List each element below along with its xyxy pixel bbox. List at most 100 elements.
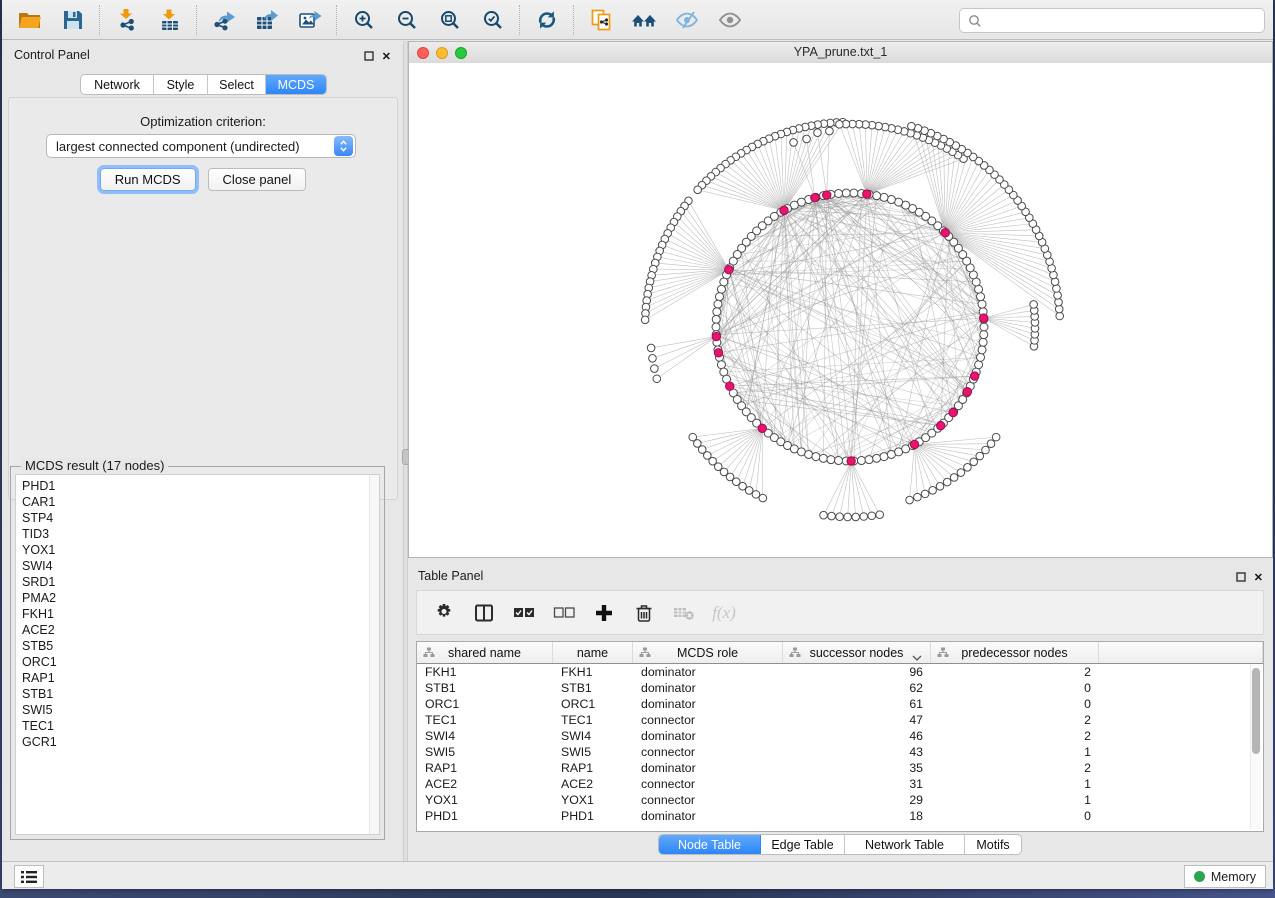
tab-mcds[interactable]: MCDS — [266, 75, 326, 94]
table-row[interactable]: RAP1RAP1dominator352 — [417, 760, 1263, 776]
close-panel-icon[interactable]: ✕ — [382, 52, 391, 62]
table-header-row: shared name name MCDS rolesuccessor nodesp… — [417, 642, 1263, 664]
search-input[interactable] — [988, 13, 1256, 29]
deselect-all-button[interactable] — [551, 600, 577, 626]
mcds-result-item[interactable]: GCR1 — [16, 734, 379, 750]
network-graph[interactable] — [409, 63, 1272, 557]
column-header-mcds-role[interactable]: MCDS role — [633, 642, 783, 663]
search-box[interactable] — [959, 8, 1265, 33]
tab-network-table[interactable]: Network Table — [845, 835, 965, 854]
memory-button[interactable]: Memory — [1184, 865, 1266, 888]
cell-successor-nodes: 35 — [783, 761, 931, 775]
mcds-list-scrollbar[interactable] — [369, 475, 379, 834]
delete-table-button — [671, 600, 697, 626]
zoom-selected-button[interactable] — [471, 3, 514, 37]
mcds-result-item[interactable]: SRD1 — [16, 574, 379, 590]
mcds-result-item[interactable]: ACE2 — [16, 622, 379, 638]
app-window: Control Panel ✕ NetworkStyleSelectMCDS O… — [2, 0, 1273, 889]
network-canvas[interactable] — [409, 63, 1272, 557]
column-header-name[interactable]: name — [553, 642, 633, 663]
table-row[interactable]: ACE2ACE2connector311 — [417, 776, 1263, 792]
select-all-button[interactable] — [511, 600, 537, 626]
control-panel-tabs: NetworkStyleSelectMCDS — [80, 74, 327, 95]
column-label: name — [577, 646, 608, 660]
memory-label: Memory — [1211, 870, 1256, 884]
tab-network[interactable]: Network — [81, 75, 154, 94]
mcds-result-groupbox: MCDS result (17 nodes) PHD1CAR1STP4TID3Y… — [10, 466, 385, 840]
tab-style[interactable]: Style — [154, 75, 208, 94]
import-network-button[interactable] — [105, 3, 148, 37]
run-mcds-button[interactable]: Run MCDS — [100, 168, 196, 191]
delete-column-button[interactable] — [631, 600, 657, 626]
table-body: FKH1FKH1dominator962STB1STB1dominator620… — [417, 664, 1263, 824]
mcds-result-item[interactable]: PMA2 — [16, 590, 379, 606]
show-all-button[interactable] — [708, 3, 751, 37]
first-neighbors-icon — [631, 9, 657, 31]
mcds-result-item[interactable]: TEC1 — [16, 718, 379, 734]
table-row[interactable]: TEC1TEC1connector472 — [417, 712, 1263, 728]
mcds-result-item[interactable]: SWI4 — [16, 558, 379, 574]
table-scrollbar[interactable] — [1250, 664, 1261, 829]
zoom-fit-button[interactable] — [428, 3, 471, 37]
mcds-result-item[interactable]: TID3 — [16, 526, 379, 542]
float-panel-icon[interactable] — [364, 48, 374, 66]
float-table-panel-icon[interactable] — [1236, 569, 1246, 587]
import-table-button[interactable] — [148, 3, 191, 37]
table-row[interactable]: SWI4SWI4dominator462 — [417, 728, 1263, 744]
cell-shared-name: YOX1 — [417, 793, 553, 807]
export-table-button[interactable] — [245, 3, 288, 37]
cell-shared-name: ACE2 — [417, 777, 553, 791]
open-file-button[interactable] — [8, 3, 51, 37]
close-table-panel-icon[interactable]: ✕ — [1254, 573, 1263, 583]
cell-name: FKH1 — [553, 665, 633, 679]
add-column-button[interactable] — [591, 600, 617, 626]
first-neighbors-button[interactable] — [622, 3, 665, 37]
main-toolbar — [2, 0, 1273, 40]
mcds-result-item[interactable]: STB1 — [16, 686, 379, 702]
table-row[interactable]: SWI5SWI5connector431 — [417, 744, 1263, 760]
table-row[interactable]: FKH1FKH1dominator962 — [417, 664, 1263, 680]
export-network-button[interactable] — [202, 3, 245, 37]
task-history-button[interactable] — [14, 865, 44, 888]
mcds-result-item[interactable]: STB5 — [16, 638, 379, 654]
tab-select[interactable]: Select — [208, 75, 266, 94]
zoom-in-button[interactable] — [342, 3, 385, 37]
cell-mcds-role: dominator — [633, 729, 783, 743]
table-row[interactable]: ORC1ORC1dominator610 — [417, 696, 1263, 712]
table-row[interactable]: YOX1YOX1connector291 — [417, 792, 1263, 808]
table-row[interactable]: STB1STB1dominator620 — [417, 680, 1263, 696]
show-columns-button[interactable] — [471, 600, 497, 626]
table-panel: Table Panel ✕ f(x) shared namenameMCDS r… — [408, 562, 1273, 860]
mcds-result-item[interactable]: SWI5 — [16, 702, 379, 718]
cell-shared-name: TEC1 — [417, 713, 553, 727]
clone-network-button[interactable] — [579, 3, 622, 37]
table-settings-button[interactable] — [431, 600, 457, 626]
mcds-result-item[interactable]: ORC1 — [16, 654, 379, 670]
refresh-button[interactable] — [525, 3, 568, 37]
mcds-result-item[interactable]: STP4 — [16, 510, 379, 526]
zoom-out-button[interactable] — [385, 3, 428, 37]
mcds-result-item[interactable]: FKH1 — [16, 606, 379, 622]
tab-node-table[interactable]: Node Table — [659, 835, 761, 854]
save-session-button[interactable] — [51, 3, 94, 37]
mcds-result-item[interactable]: PHD1 — [16, 478, 379, 494]
tab-edge-table[interactable]: Edge Table — [761, 835, 845, 854]
table-scrollbar-thumb[interactable] — [1252, 668, 1260, 754]
mcds-result-item[interactable]: RAP1 — [16, 670, 379, 686]
column-header-successor-nodes[interactable]: successor nodes — [783, 642, 931, 663]
close-panel-button[interactable]: Close panel — [208, 168, 307, 191]
clone-network-icon — [590, 9, 612, 31]
cell-predecessor-nodes: 1 — [931, 793, 1099, 807]
optimization-criterion-dropdown[interactable]: largest connected component (undirected) — [46, 134, 356, 158]
toolbar-separator — [196, 5, 197, 35]
mcds-result-item[interactable]: CAR1 — [16, 494, 379, 510]
export-image-button[interactable] — [288, 3, 331, 37]
column-header-shared-name[interactable]: shared name — [417, 642, 553, 663]
column-label: shared name — [448, 646, 521, 660]
cell-successor-nodes: 29 — [783, 793, 931, 807]
mcds-result-item[interactable]: YOX1 — [16, 542, 379, 558]
tab-motifs[interactable]: Motifs — [965, 835, 1021, 854]
column-header-predecessor-nodes[interactable]: predecessor nodes — [931, 642, 1099, 663]
table-row[interactable]: PHD1PHD1dominator180 — [417, 808, 1263, 824]
hide-selected-button[interactable] — [665, 3, 708, 37]
